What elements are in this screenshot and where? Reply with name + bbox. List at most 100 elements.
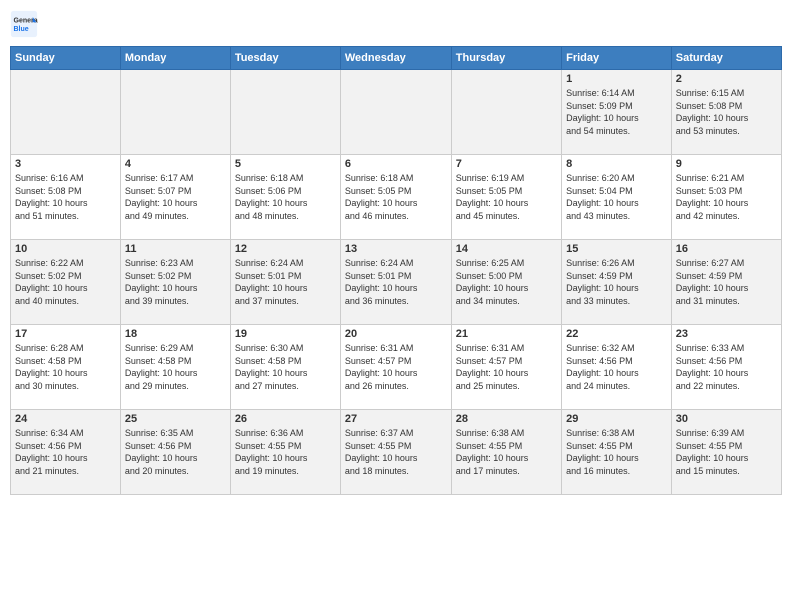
- day-number: 1: [566, 73, 667, 85]
- calendar-cell: [11, 70, 121, 155]
- day-info: Sunrise: 6:38 AM Sunset: 4:55 PM Dayligh…: [566, 427, 667, 477]
- day-number: 9: [676, 158, 777, 170]
- day-number: 30: [676, 413, 777, 425]
- day-number: 26: [235, 413, 336, 425]
- calendar-cell: 6Sunrise: 6:18 AM Sunset: 5:05 PM Daylig…: [340, 155, 451, 240]
- calendar-cell: 10 Sunrise: 6:22 AM Sunset: 5:02 PM Dayli…: [11, 240, 121, 325]
- logo-icon: General Blue: [10, 10, 38, 38]
- day-number: 17: [15, 328, 116, 340]
- weekday-header-thursday: Thursday: [451, 47, 561, 70]
- calendar-cell: 29 Sunrise: 6:38 AM Sunset: 4:55 PM Dayli…: [562, 410, 672, 495]
- weekday-header-saturday: Saturday: [671, 47, 781, 70]
- day-info: Sunrise: 6:18 AM Sunset: 5:06 PM Dayligh…: [235, 172, 336, 222]
- day-info: Sunrise: 6:37 AM Sunset: 4:55 PM Dayligh…: [345, 427, 447, 477]
- calendar-cell: 15 Sunrise: 6:26 AM Sunset: 4:59 PM Dayli…: [562, 240, 672, 325]
- day-info: Sunrise: 6:30 AM Sunset: 4:58 PM Dayligh…: [235, 342, 336, 392]
- day-number: 8: [566, 158, 667, 170]
- calendar-cell: 3 Sunrise: 6:16 AM Sunset: 5:08 PM Daylig…: [11, 155, 121, 240]
- calendar-cell: 28 Sunrise: 6:38 AM Sunset: 4:55 PM Dayli…: [451, 410, 561, 495]
- calendar-cell: 7 Sunrise: 6:19 AM Sunset: 5:05 PM Daylig…: [451, 155, 561, 240]
- day-info: Sunrise: 6:25 AM Sunset: 5:00 PM Dayligh…: [456, 257, 557, 307]
- day-number: 18: [125, 328, 226, 340]
- calendar-cell: 24 Sunrise: 6:34 AM Sunset: 4:56 PM Dayli…: [11, 410, 121, 495]
- calendar-cell: [340, 70, 451, 155]
- day-info: Sunrise: 6:29 AM Sunset: 4:58 PM Dayligh…: [125, 342, 226, 392]
- day-number: 19: [235, 328, 336, 340]
- day-info: Sunrise: 6:38 AM Sunset: 4:55 PM Dayligh…: [456, 427, 557, 477]
- day-number: 29: [566, 413, 667, 425]
- calendar-cell: 25 Sunrise: 6:35 AM Sunset: 4:56 PM Dayli…: [120, 410, 230, 495]
- calendar-cell: 5 Sunrise: 6:18 AM Sunset: 5:06 PM Daylig…: [230, 155, 340, 240]
- day-number: 16: [676, 243, 777, 255]
- calendar-week-5: 24 Sunrise: 6:34 AM Sunset: 4:56 PM Dayli…: [11, 410, 782, 495]
- day-info: Sunrise: 6:35 AM Sunset: 4:56 PM Dayligh…: [125, 427, 226, 477]
- calendar-cell: 20Sunrise: 6:31 AM Sunset: 4:57 PM Dayli…: [340, 325, 451, 410]
- weekday-header-sunday: Sunday: [11, 47, 121, 70]
- day-info: Sunrise: 6:14 AM Sunset: 5:09 PM Dayligh…: [566, 87, 667, 137]
- day-info: Sunrise: 6:31 AM Sunset: 4:57 PM Dayligh…: [345, 342, 447, 392]
- day-info: Sunrise: 6:34 AM Sunset: 4:56 PM Dayligh…: [15, 427, 116, 477]
- calendar-header: SundayMondayTuesdayWednesdayThursdayFrid…: [11, 47, 782, 70]
- day-number: 7: [456, 158, 557, 170]
- calendar-cell: 22 Sunrise: 6:32 AM Sunset: 4:56 PM Dayli…: [562, 325, 672, 410]
- calendar-cell: 30 Sunrise: 6:39 AM Sunset: 4:55 PM Dayli…: [671, 410, 781, 495]
- day-number: 13: [345, 243, 447, 255]
- day-info: Sunrise: 6:39 AM Sunset: 4:55 PM Dayligh…: [676, 427, 777, 477]
- calendar-cell: 17 Sunrise: 6:28 AM Sunset: 4:58 PM Dayli…: [11, 325, 121, 410]
- calendar-body: 1 Sunrise: 6:14 AM Sunset: 5:09 PM Daylig…: [11, 70, 782, 495]
- calendar-cell: 2 Sunrise: 6:15 AM Sunset: 5:08 PM Daylig…: [671, 70, 781, 155]
- weekday-row: SundayMondayTuesdayWednesdayThursdayFrid…: [11, 47, 782, 70]
- day-number: 6: [345, 158, 447, 170]
- day-info: Sunrise: 6:31 AM Sunset: 4:57 PM Dayligh…: [456, 342, 557, 392]
- calendar-cell: 9 Sunrise: 6:21 AM Sunset: 5:03 PM Daylig…: [671, 155, 781, 240]
- calendar-cell: 13 Sunrise: 6:24 AM Sunset: 5:01 PM Dayli…: [340, 240, 451, 325]
- day-number: 25: [125, 413, 226, 425]
- calendar-cell: [451, 70, 561, 155]
- calendar-cell: 12Sunrise: 6:24 AM Sunset: 5:01 PM Dayli…: [230, 240, 340, 325]
- day-info: Sunrise: 6:27 AM Sunset: 4:59 PM Dayligh…: [676, 257, 777, 307]
- calendar-cell: 18 Sunrise: 6:29 AM Sunset: 4:58 PM Dayli…: [120, 325, 230, 410]
- day-info: Sunrise: 6:32 AM Sunset: 4:56 PM Dayligh…: [566, 342, 667, 392]
- weekday-header-monday: Monday: [120, 47, 230, 70]
- day-info: Sunrise: 6:23 AM Sunset: 5:02 PM Dayligh…: [125, 257, 226, 307]
- day-number: 10: [15, 243, 116, 255]
- day-number: 5: [235, 158, 336, 170]
- day-number: 22: [566, 328, 667, 340]
- calendar-week-2: 3 Sunrise: 6:16 AM Sunset: 5:08 PM Daylig…: [11, 155, 782, 240]
- day-number: 3: [15, 158, 116, 170]
- day-info: Sunrise: 6:36 AM Sunset: 4:55 PM Dayligh…: [235, 427, 336, 477]
- day-info: Sunrise: 6:19 AM Sunset: 5:05 PM Dayligh…: [456, 172, 557, 222]
- calendar-cell: 14Sunrise: 6:25 AM Sunset: 5:00 PM Dayli…: [451, 240, 561, 325]
- day-info: Sunrise: 6:20 AM Sunset: 5:04 PM Dayligh…: [566, 172, 667, 222]
- day-info: Sunrise: 6:15 AM Sunset: 5:08 PM Dayligh…: [676, 87, 777, 137]
- day-number: 4: [125, 158, 226, 170]
- weekday-header-tuesday: Tuesday: [230, 47, 340, 70]
- calendar-cell: 26 Sunrise: 6:36 AM Sunset: 4:55 PM Dayli…: [230, 410, 340, 495]
- day-number: 2: [676, 73, 777, 85]
- calendar-cell: 8 Sunrise: 6:20 AM Sunset: 5:04 PM Daylig…: [562, 155, 672, 240]
- weekday-header-wednesday: Wednesday: [340, 47, 451, 70]
- day-info: Sunrise: 6:33 AM Sunset: 4:56 PM Dayligh…: [676, 342, 777, 392]
- day-number: 23: [676, 328, 777, 340]
- calendar-cell: [120, 70, 230, 155]
- header: General Blue: [10, 10, 782, 38]
- logo: General Blue: [10, 10, 42, 38]
- calendar-cell: 11Sunrise: 6:23 AM Sunset: 5:02 PM Dayli…: [120, 240, 230, 325]
- day-number: 28: [456, 413, 557, 425]
- calendar-week-3: 10 Sunrise: 6:22 AM Sunset: 5:02 PM Dayli…: [11, 240, 782, 325]
- day-info: Sunrise: 6:24 AM Sunset: 5:01 PM Dayligh…: [235, 257, 336, 307]
- day-info: Sunrise: 6:17 AM Sunset: 5:07 PM Dayligh…: [125, 172, 226, 222]
- day-info: Sunrise: 6:22 AM Sunset: 5:02 PM Dayligh…: [15, 257, 116, 307]
- day-info: Sunrise: 6:21 AM Sunset: 5:03 PM Dayligh…: [676, 172, 777, 222]
- day-number: 27: [345, 413, 447, 425]
- day-info: Sunrise: 6:24 AM Sunset: 5:01 PM Dayligh…: [345, 257, 447, 307]
- calendar-cell: 19 Sunrise: 6:30 AM Sunset: 4:58 PM Dayli…: [230, 325, 340, 410]
- day-number: 15: [566, 243, 667, 255]
- day-info: Sunrise: 6:26 AM Sunset: 4:59 PM Dayligh…: [566, 257, 667, 307]
- calendar-cell: 1 Sunrise: 6:14 AM Sunset: 5:09 PM Daylig…: [562, 70, 672, 155]
- day-number: 24: [15, 413, 116, 425]
- calendar-cell: 4 Sunrise: 6:17 AM Sunset: 5:07 PM Daylig…: [120, 155, 230, 240]
- day-number: 21: [456, 328, 557, 340]
- day-info: Sunrise: 6:16 AM Sunset: 5:08 PM Dayligh…: [15, 172, 116, 222]
- day-info: Sunrise: 6:28 AM Sunset: 4:58 PM Dayligh…: [15, 342, 116, 392]
